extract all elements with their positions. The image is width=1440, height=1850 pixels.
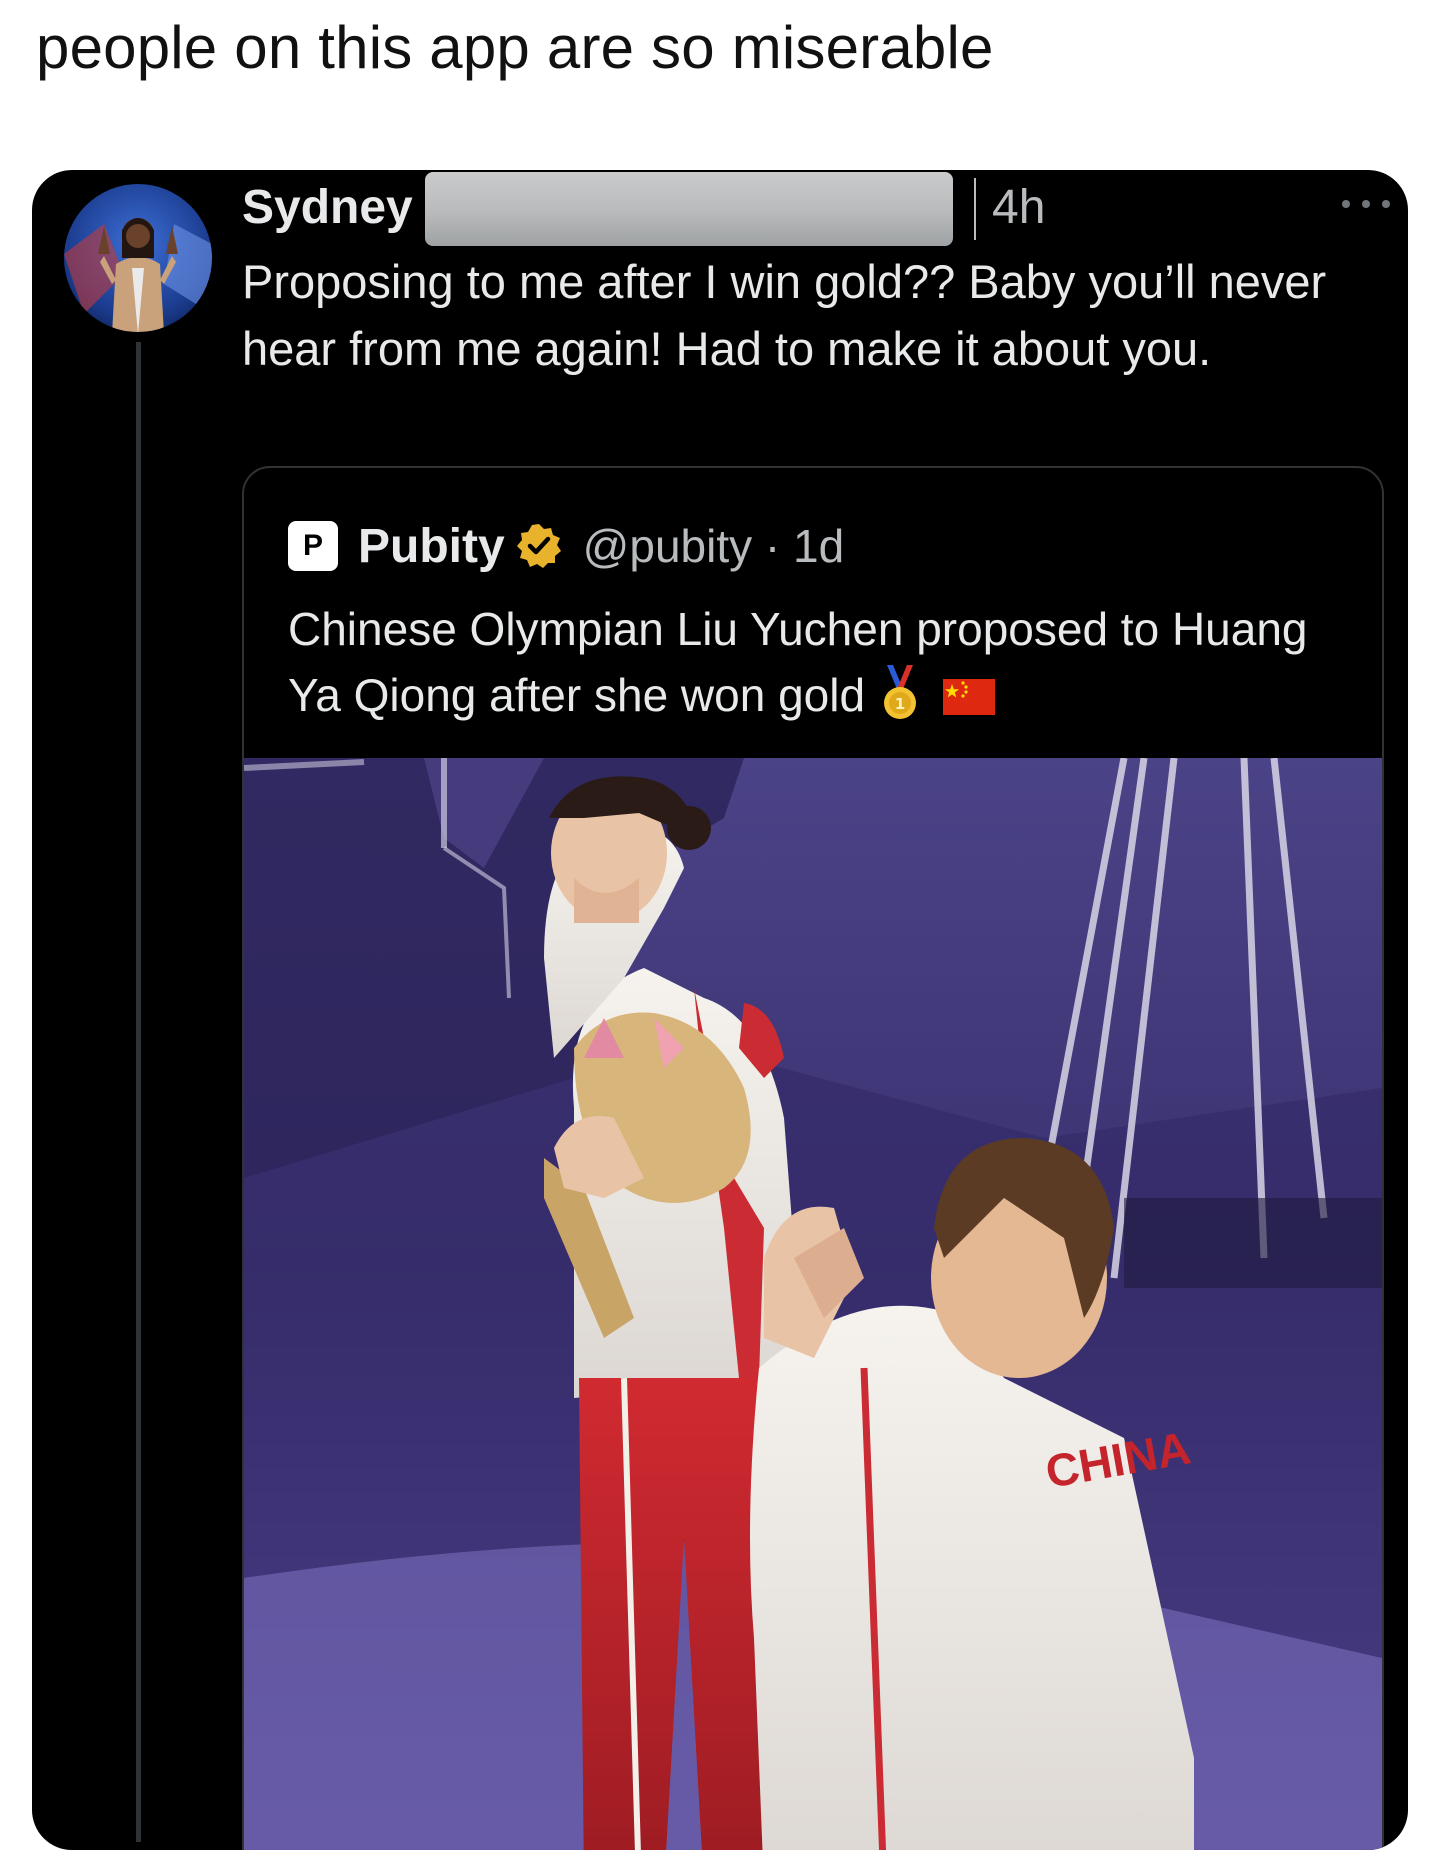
tweet-text: Proposing to me after I win gold?? Baby …	[242, 255, 1327, 375]
quote-author-name[interactable]: Pubity	[358, 519, 505, 574]
thread-line	[136, 342, 141, 1842]
author-name[interactable]: Sydney	[242, 180, 413, 235]
quote-tweet-card[interactable]: P Pubity @pubity · 1d Chinese Olympian L…	[242, 466, 1384, 1850]
more-horizontal-icon[interactable]	[1342, 194, 1390, 214]
svg-text:1: 1	[895, 695, 905, 713]
post-caption: people on this app are so miserable	[36, 14, 994, 81]
tweet-timestamp[interactable]: 4h	[992, 180, 1045, 235]
proposal-photo: CHINA	[244, 758, 1382, 1850]
quote-handle-time[interactable]: @pubity · 1d	[583, 519, 845, 573]
china-flag-icon	[943, 679, 996, 715]
gold-medal-icon: 1	[884, 665, 917, 719]
quote-tweet-text: Chinese Olympian Liu Yuchen proposed to …	[288, 603, 1308, 721]
handle-divider	[974, 178, 976, 240]
tweet-card[interactable]: Sydney 4h Proposing to me after I win go…	[32, 170, 1408, 1850]
quote-tweet-text-block: Chinese Olympian Liu Yuchen proposed to …	[288, 596, 1348, 728]
quote-tweet-header: P Pubity @pubity · 1d	[288, 516, 844, 576]
pubity-logo-icon[interactable]: P	[288, 521, 338, 571]
verified-badge-icon	[516, 524, 561, 568]
quote-tweet-media[interactable]: CHINA	[244, 758, 1382, 1850]
redacted-handle	[425, 172, 953, 246]
author-avatar[interactable]	[64, 184, 212, 332]
avatar-photo	[64, 184, 212, 332]
